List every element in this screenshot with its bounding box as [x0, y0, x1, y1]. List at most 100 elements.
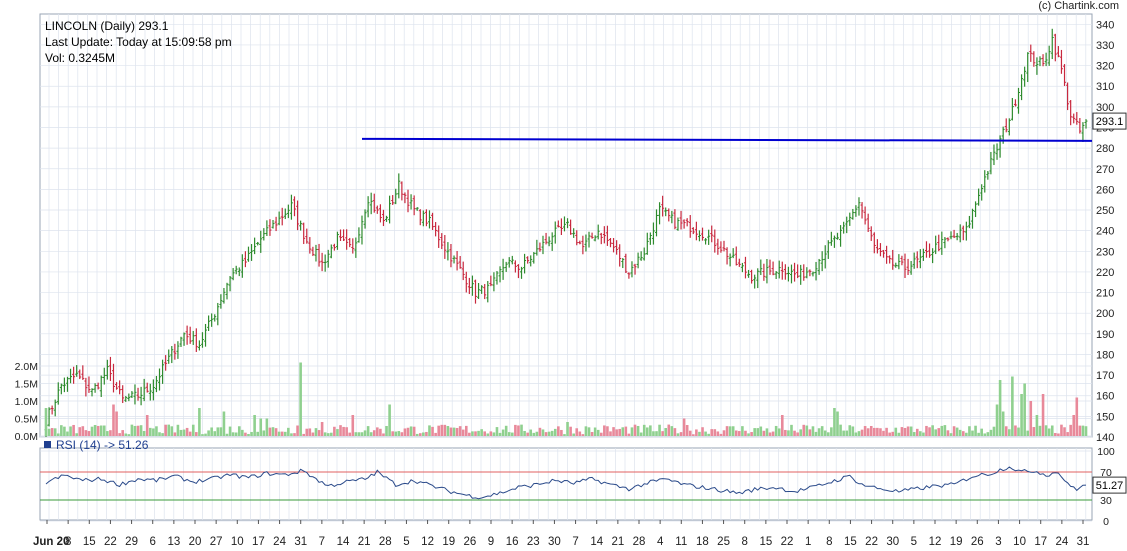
volume-bar [836, 411, 839, 436]
x-tick-label: 19 [950, 536, 963, 548]
volume-bar [265, 418, 269, 436]
volume-bar [351, 415, 355, 436]
volume-bar [842, 430, 845, 436]
volume-bar [934, 429, 937, 436]
volume-bar [90, 426, 94, 436]
volume-bar [777, 428, 781, 436]
volume-bar [906, 426, 910, 436]
volume-bar [799, 429, 802, 436]
rsi-tick-label: 30 [1100, 495, 1112, 507]
volume-bar [124, 433, 128, 436]
volume-bar [360, 432, 364, 436]
volume-bar [213, 431, 217, 436]
x-tick-label: 3 [995, 536, 1001, 548]
volume-bar [366, 426, 370, 436]
volume-bar [642, 424, 646, 436]
volume-bar [563, 434, 566, 436]
volume-bar [204, 433, 207, 436]
volume-bar [888, 432, 891, 436]
volume-bar [627, 433, 631, 436]
volume-bar [363, 430, 367, 436]
volume-bar [756, 428, 760, 436]
volume-bar [372, 430, 376, 436]
volume-bar [1011, 376, 1014, 436]
volume-bar [615, 429, 618, 436]
volume-bar [121, 430, 124, 436]
y-tick-label: 180 [1096, 349, 1114, 361]
volume-bar [1026, 430, 1030, 436]
volume-bar [201, 434, 204, 436]
volume-bar [787, 430, 790, 436]
volume-bar [311, 432, 315, 436]
volume-bar [483, 431, 487, 436]
x-tick-label: 5 [911, 536, 917, 548]
x-tick-label: 28 [379, 536, 392, 548]
volume-bar [225, 433, 229, 436]
volume-bar [339, 425, 342, 436]
volume-bar [655, 431, 658, 436]
price-panel [39, 13, 1093, 438]
y-tick-label: 230 [1096, 246, 1114, 258]
volume-bar [504, 425, 508, 436]
volume-bar [851, 426, 855, 436]
volume-bar [553, 428, 557, 436]
volume-bar [848, 425, 852, 436]
volume-bar [538, 427, 542, 436]
volume-bar [210, 427, 213, 436]
volume-bar [425, 431, 428, 436]
volume-bar [47, 428, 51, 436]
volume-bar [1032, 427, 1036, 436]
volume-bar [823, 430, 827, 436]
volume-bar [716, 431, 720, 436]
volume-bar [382, 433, 385, 436]
volume-bar [722, 430, 726, 436]
volume-bar [66, 431, 69, 436]
x-tick-label: 10 [1013, 536, 1026, 548]
x-tick-label: 17 [1034, 536, 1047, 548]
volume-bar [333, 426, 336, 436]
volume-bar [744, 430, 747, 436]
volume-bar [495, 427, 499, 436]
volume-bar [75, 433, 78, 436]
volume-bar [1004, 426, 1008, 436]
volume-bar [719, 433, 723, 436]
volume-bar [695, 429, 698, 436]
volume-bar [173, 432, 177, 436]
volume-bar [222, 411, 226, 436]
volume-bar [541, 429, 545, 436]
rsi-tick-label: 0 [1103, 516, 1109, 528]
y-tick-label: 260 [1096, 184, 1114, 196]
volume-bar [161, 433, 164, 436]
x-tick-label: 31 [1077, 536, 1090, 548]
volume-bar [974, 425, 977, 436]
volume-bar [621, 427, 625, 436]
volume-bar [903, 427, 907, 436]
volume-bar [909, 426, 913, 436]
volume-bar [762, 430, 766, 436]
x-tick-label: 12 [929, 536, 942, 548]
x-tick-label: 15 [83, 536, 96, 548]
volume-bar [710, 429, 714, 436]
rsi-panel [39, 447, 1093, 521]
volume-bar [894, 427, 898, 436]
volume-text: Vol: 0.3245M [45, 51, 116, 65]
chart-header: LINCOLN (Daily) 293.1 Last Update: Today… [45, 18, 232, 66]
volume-bar [575, 428, 579, 436]
volume-bar [590, 432, 594, 436]
volume-bar [1063, 427, 1066, 436]
x-tick-label: 30 [548, 536, 561, 548]
volume-bar [633, 424, 637, 436]
volume-bar [1041, 394, 1045, 436]
volume-bar [320, 422, 324, 436]
volume-bar [415, 433, 419, 436]
volume-bar [1057, 433, 1060, 436]
x-tick-label: 14 [337, 536, 350, 548]
x-tick-label: 31 [294, 536, 307, 548]
volume-bar [943, 425, 947, 436]
volume-bar [60, 425, 63, 436]
volume-bar [523, 430, 526, 436]
volume-bar [136, 425, 140, 436]
volume-bar [84, 430, 88, 436]
volume-bar [357, 432, 361, 436]
volume-bar [535, 431, 539, 436]
